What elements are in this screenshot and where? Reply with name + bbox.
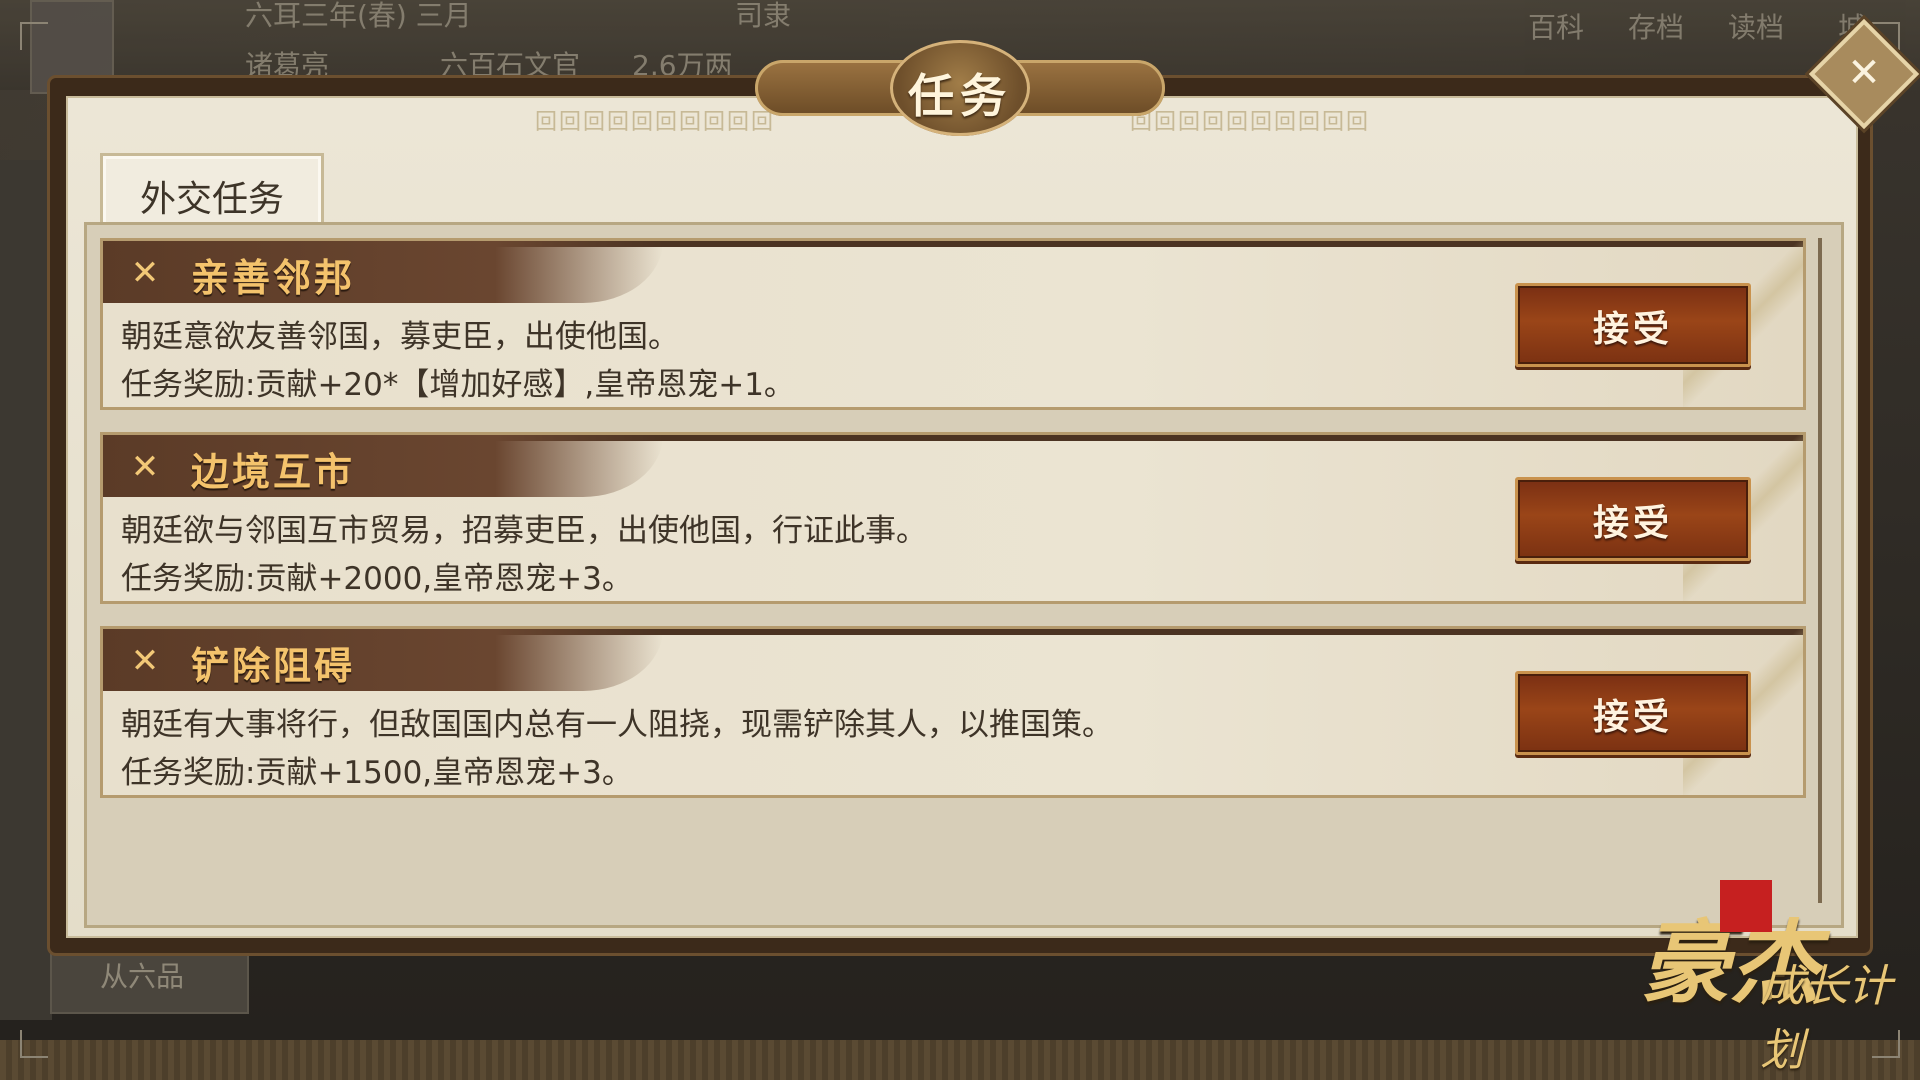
task-item: ✕ 铲除阻碍 朝廷有大事将行，但敌国国内总有一人阻挠，现需铲除其人，以推国策。 … bbox=[100, 626, 1806, 798]
corner-marker bbox=[20, 1030, 48, 1058]
tab-diplomacy[interactable]: 外交任务 bbox=[100, 153, 324, 228]
task-list-scrollbar[interactable] bbox=[1818, 238, 1822, 903]
task-reward: 任务奖励:贡献+2000,皇帝恩宠+3。 bbox=[121, 561, 633, 597]
task-name: 边境互市 bbox=[191, 450, 356, 494]
background-side-rank: 从六品 bbox=[100, 960, 185, 993]
bottom-decor-strip bbox=[0, 1040, 1920, 1080]
accept-button[interactable]: 接受 bbox=[1515, 671, 1751, 755]
task-reward: 任务奖励:贡献+20*【增加好感】,皇帝恩宠+1。 bbox=[121, 367, 795, 403]
accept-button[interactable]: 接受 bbox=[1515, 477, 1751, 561]
task-header bbox=[103, 629, 663, 691]
task-name: 铲除阻碍 bbox=[191, 644, 356, 688]
task-description: 朝廷有大事将行，但敌国国内总有一人阻挠，现需铲除其人，以推国策。 bbox=[121, 707, 1113, 743]
task-description: 朝廷欲与邻国互市贸易，招募吏臣，出使他国，行证此事。 bbox=[121, 513, 927, 549]
logo-sub-text: 成长计划 bbox=[1760, 961, 1892, 1076]
accept-button-label: 接受 bbox=[1592, 697, 1673, 738]
task-name: 亲善邻邦 bbox=[191, 256, 356, 300]
crossed-swords-icon: ✕ bbox=[130, 447, 160, 487]
background-menu-item: 司隶 bbox=[735, 0, 792, 32]
greek-key-border-left: 回回回回回回回回回回 bbox=[535, 110, 776, 132]
close-icon[interactable]: ✕ bbox=[1825, 38, 1903, 108]
corner-marker bbox=[20, 22, 48, 50]
task-description: 朝廷意欲友善邻国，募吏臣，出使他国。 bbox=[121, 319, 679, 355]
background-date: 六耳三年(春) 三月 bbox=[245, 0, 472, 32]
game-logo: 豪杰 成长计划 bbox=[1630, 880, 1900, 1076]
task-item: ✕ 边境互市 朝廷欲与邻国互市贸易，招募吏臣，出使他国，行证此事。 任务奖励:贡… bbox=[100, 432, 1806, 604]
crossed-swords-icon: ✕ bbox=[130, 253, 160, 293]
dialog-title: 任务 bbox=[908, 69, 1012, 123]
task-reward: 任务奖励:贡献+1500,皇帝恩宠+3。 bbox=[121, 755, 633, 791]
task-item: ✕ 亲善邻邦 朝廷意欲友善邻国，募吏臣，出使他国。 任务奖励:贡献+20*【增加… bbox=[100, 238, 1806, 410]
crossed-swords-icon: ✕ bbox=[130, 641, 160, 681]
accept-button-label: 接受 bbox=[1592, 309, 1673, 350]
task-header bbox=[103, 435, 663, 497]
background-side-panel bbox=[0, 160, 52, 1020]
task-header bbox=[103, 241, 663, 303]
background-menu-baike: 百科 bbox=[1528, 11, 1585, 44]
accept-button[interactable]: 接受 bbox=[1515, 283, 1751, 367]
greek-key-border-right: 回回回回回回回回回回 bbox=[1130, 110, 1371, 132]
background-menu-save: 存档 bbox=[1628, 11, 1685, 44]
background-menu-load: 读档 bbox=[1728, 11, 1785, 44]
accept-button-label: 接受 bbox=[1592, 503, 1673, 544]
tab-diplomacy-label: 外交任务 bbox=[139, 179, 284, 220]
logo-seal bbox=[1720, 880, 1772, 932]
